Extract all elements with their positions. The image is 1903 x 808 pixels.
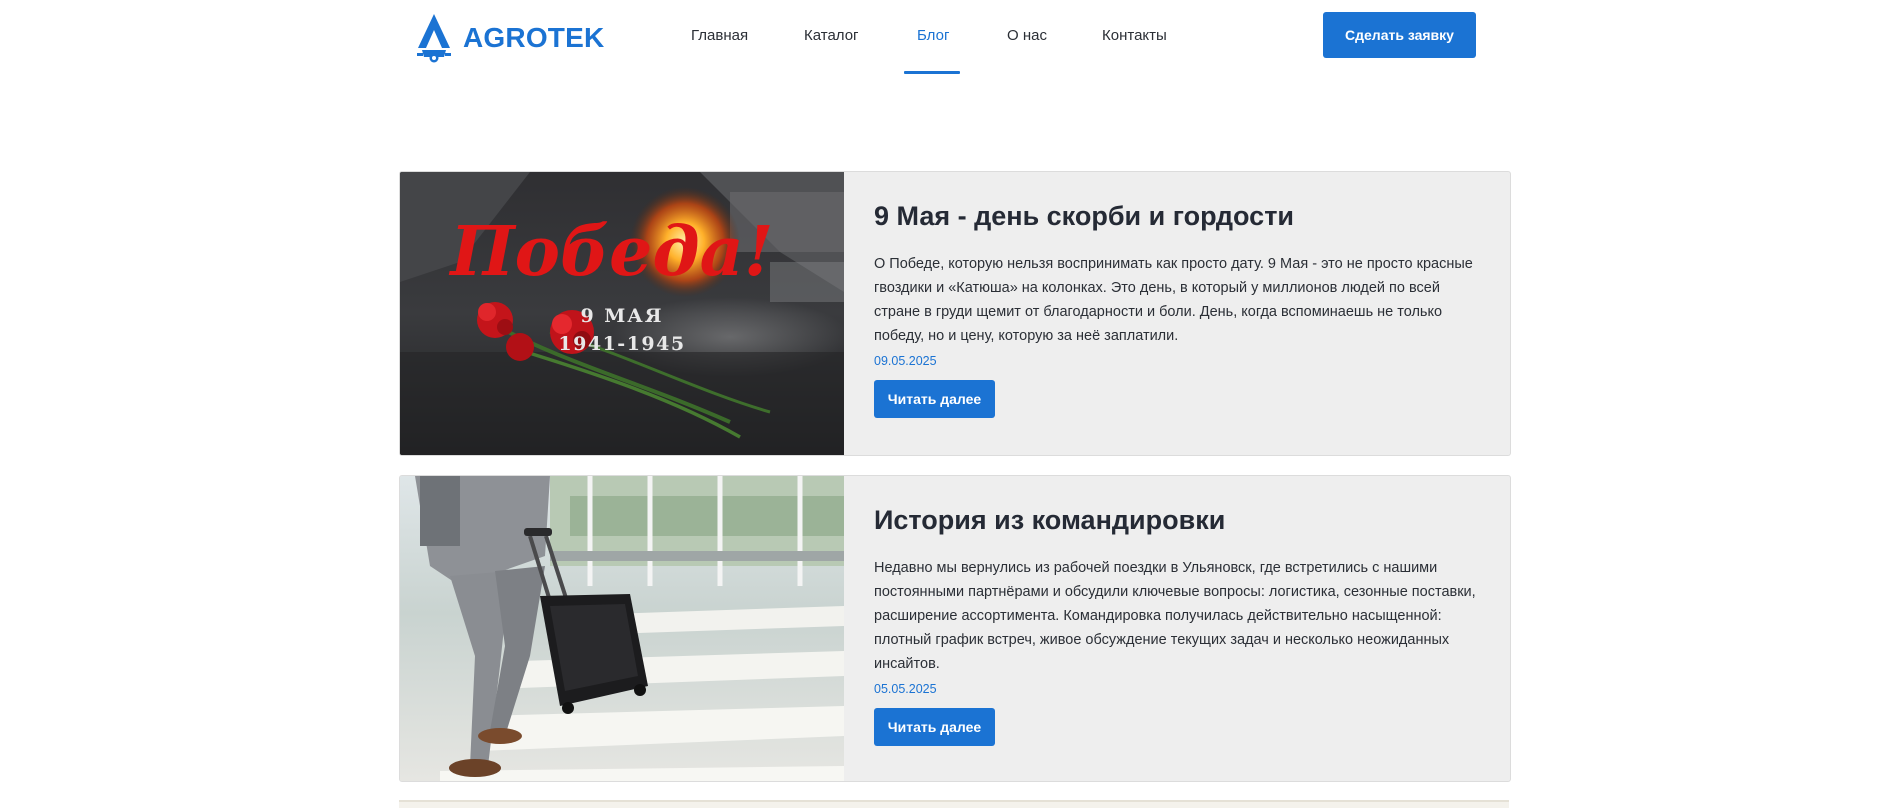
post-excerpt: Недавно мы вернулись из рабочей поездки … [874, 560, 1476, 673]
post-body: 9 Мая - день скорби и гордости О Победе,… [844, 172, 1510, 455]
blog-post-card: Победа! 9 МАЯ 1941-1945 9 Мая - день ско… [399, 171, 1511, 456]
post-date: 05.05.2025 [874, 682, 937, 697]
post-excerpt: О Победе, которую нельзя воспринимать ка… [874, 256, 1473, 345]
nav-item-catalog[interactable]: Каталог [804, 27, 859, 44]
next-post-card-edge [399, 800, 1509, 808]
nav-item-blog[interactable]: Блог [917, 27, 949, 44]
post-title[interactable]: История из командировки [874, 504, 1480, 536]
blog-post-card: История из командировки Недавно мы верну… [399, 475, 1511, 782]
request-button[interactable]: Сделать заявку [1323, 12, 1476, 58]
victory-date-text: 9 МАЯ [580, 305, 663, 327]
post-title[interactable]: 9 Мая - день скорби и гордости [874, 200, 1480, 232]
site-header: AGROTEK Главная Каталог Блог О нас Конта… [0, 0, 1903, 74]
post-body: История из командировки Недавно мы верну… [844, 476, 1510, 781]
read-more-button[interactable]: Читать далее [874, 380, 995, 419]
logo-text: AGROTEK [463, 22, 605, 53]
post-image-victory-day[interactable]: Победа! 9 МАЯ 1941-1945 [400, 172, 844, 455]
read-more-button[interactable]: Читать далее [874, 708, 995, 747]
business-trip-illustration [400, 476, 844, 781]
nav-active-indicator [904, 71, 960, 74]
nav-item-about[interactable]: О нас [1007, 27, 1047, 44]
post-image-business-trip[interactable] [400, 476, 844, 781]
logo-mark-icon [417, 14, 451, 63]
victory-title-text: Победа! [448, 212, 773, 292]
victory-day-illustration: Победа! 9 МАЯ 1941-1945 [400, 172, 844, 455]
logo[interactable]: AGROTEK [413, 12, 604, 64]
post-date: 09.05.2025 [874, 354, 937, 369]
blog-page: AGROTEK Главная Каталог Блог О нас Конта… [0, 0, 1903, 808]
nav-item-contacts[interactable]: Контакты [1102, 27, 1167, 44]
victory-years-text: 1941-1945 [558, 333, 685, 355]
nav-item-home[interactable]: Главная [691, 27, 748, 44]
